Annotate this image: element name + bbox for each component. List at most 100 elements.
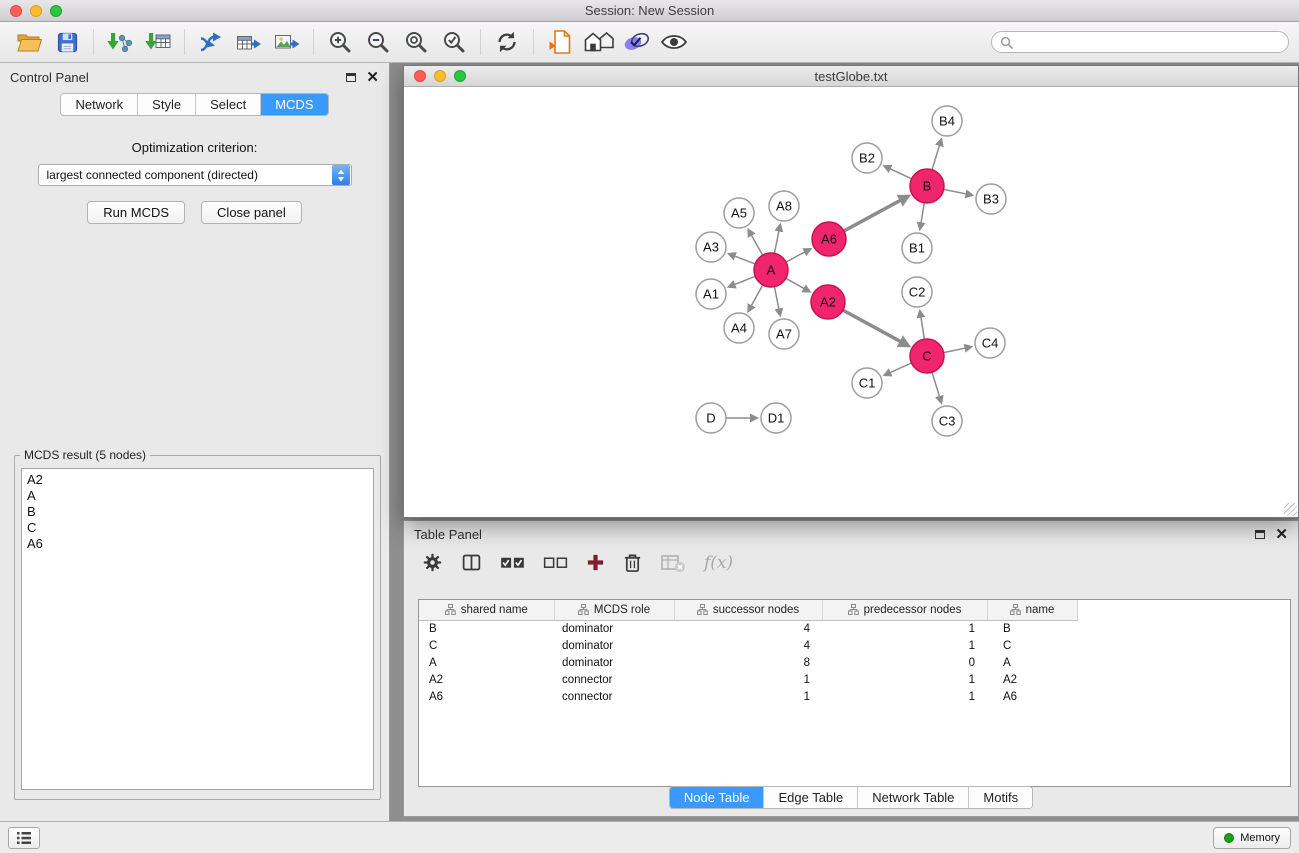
zoom-fit-button[interactable]	[397, 26, 435, 58]
network-minimize-button[interactable]	[434, 70, 446, 82]
table-row[interactable]: A6connector11A6	[419, 688, 1077, 705]
network-window-titlebar[interactable]: testGlobe.txt	[404, 66, 1298, 87]
deselect-all-button[interactable]	[543, 554, 568, 571]
tab-select[interactable]: Select	[195, 94, 260, 115]
tab-edge-table[interactable]: Edge Table	[763, 787, 857, 808]
show-hide-button[interactable]	[655, 26, 693, 58]
graph-node-B[interactable]: B	[910, 169, 944, 203]
import-network-button[interactable]	[101, 26, 139, 58]
function-builder-button[interactable]: f(x)	[704, 553, 733, 573]
memory-button[interactable]: Memory	[1213, 827, 1291, 849]
graph-node-C[interactable]: C	[910, 339, 944, 373]
mcds-result-item[interactable]: A	[27, 488, 368, 504]
refresh-button[interactable]	[488, 26, 526, 58]
open-file-button[interactable]	[10, 26, 48, 58]
graph-node-A[interactable]: A	[754, 253, 788, 287]
graph-edge-B-B2[interactable]	[884, 166, 911, 179]
column-header-mcds-role[interactable]: MCDS role	[554, 600, 674, 620]
graph-node-A7[interactable]: A7	[769, 319, 799, 349]
mcds-result-item[interactable]: B	[27, 504, 368, 520]
graph-node-C1[interactable]: C1	[852, 368, 882, 398]
table-row[interactable]: Cdominator41C	[419, 637, 1077, 654]
tab-network-table[interactable]: Network Table	[857, 787, 968, 808]
graph-node-A8[interactable]: A8	[769, 191, 799, 221]
graph-node-A3[interactable]: A3	[696, 232, 726, 262]
criterion-dropdown[interactable]: largest connected component (directed)	[38, 164, 352, 186]
graph-edge-A6-B[interactable]	[844, 196, 909, 231]
search-input[interactable]	[1018, 35, 1280, 49]
network-maximize-button[interactable]	[454, 70, 466, 82]
graph-node-C3[interactable]: C3	[932, 406, 962, 436]
network-close-button[interactable]	[414, 70, 426, 82]
node-table-container[interactable]: shared name MCDS role successor nodes pr…	[418, 599, 1291, 787]
close-window-button[interactable]	[10, 5, 22, 17]
graph-edge-C-C4[interactable]	[944, 347, 972, 353]
graph-edge-C-C1[interactable]	[884, 363, 911, 375]
delete-table-button[interactable]	[660, 553, 686, 573]
maximize-window-button[interactable]	[50, 5, 62, 17]
filter-venn-button[interactable]	[617, 26, 655, 58]
mcds-result-list[interactable]: A2ABCA6	[21, 468, 374, 790]
zoom-in-button[interactable]	[321, 26, 359, 58]
mcds-result-item[interactable]: C	[27, 520, 368, 536]
graph-node-C2[interactable]: C2	[902, 277, 932, 307]
close-table-panel-icon[interactable]: ✕	[1275, 530, 1288, 540]
graph-node-A6[interactable]: A6	[812, 222, 846, 256]
graph-node-A1[interactable]: A1	[696, 279, 726, 309]
column-header-predecessor-nodes[interactable]: predecessor nodes	[822, 600, 987, 620]
table-row[interactable]: A2connector11A2	[419, 671, 1077, 688]
close-panel-icon[interactable]: ✕	[366, 73, 379, 83]
graph-edge-A-A6[interactable]	[786, 249, 811, 262]
close-panel-button[interactable]: Close panel	[201, 201, 302, 224]
select-all-button[interactable]	[500, 554, 525, 571]
tab-node-table[interactable]: Node Table	[670, 787, 764, 808]
table-row[interactable]: Bdominator41B	[419, 620, 1077, 637]
graph-edge-A-A3[interactable]	[729, 254, 755, 264]
export-table-button[interactable]	[230, 26, 268, 58]
graph-edge-C-C3[interactable]	[932, 372, 941, 403]
graph-edge-C-C2[interactable]	[920, 311, 925, 339]
graph-node-B3[interactable]: B3	[976, 184, 1006, 214]
graph-node-C4[interactable]: C4	[975, 328, 1005, 358]
mcds-result-item[interactable]: A2	[27, 472, 368, 488]
graph-node-B4[interactable]: B4	[932, 106, 962, 136]
graph-edge-B-B4[interactable]	[932, 139, 941, 170]
run-mcds-button[interactable]: Run MCDS	[87, 201, 185, 224]
graph-edge-A-A1[interactable]	[729, 276, 756, 287]
graph-node-D1[interactable]: D1	[761, 403, 791, 433]
graph-edge-B-B1[interactable]	[920, 203, 924, 229]
column-header-shared-name[interactable]: shared name	[419, 600, 554, 620]
table-settings-button[interactable]	[422, 552, 443, 573]
save-session-button[interactable]	[48, 26, 86, 58]
graph-edge-B-B3[interactable]	[944, 189, 973, 195]
table-row[interactable]: Adominator80A	[419, 654, 1077, 671]
mcds-result-item[interactable]: A6	[27, 536, 368, 552]
float-panel-icon[interactable]	[346, 73, 356, 82]
add-column-button[interactable]	[586, 553, 605, 572]
graph-node-D[interactable]: D	[696, 403, 726, 433]
graph-node-A5[interactable]: A5	[724, 198, 754, 228]
graph-edge-A-A7[interactable]	[774, 287, 780, 316]
tab-style[interactable]: Style	[137, 94, 195, 115]
graph-edge-A2-C[interactable]	[843, 310, 909, 346]
window-resize-grip[interactable]	[1284, 503, 1297, 516]
import-table-button[interactable]	[139, 26, 177, 58]
graph-node-B1[interactable]: B1	[902, 233, 932, 263]
network-canvas[interactable]: B4B2BB3A5A8A6A3B1AC2A1A2A4A7C4CC1C3DD1	[404, 87, 1298, 517]
export-image-button[interactable]	[268, 26, 306, 58]
graph-edge-A-A4[interactable]	[748, 285, 763, 312]
minimize-window-button[interactable]	[30, 5, 42, 17]
graph-node-B2[interactable]: B2	[852, 143, 882, 173]
column-header-successor-nodes[interactable]: successor nodes	[674, 600, 822, 620]
zoom-selected-button[interactable]	[435, 26, 473, 58]
zoom-out-button[interactable]	[359, 26, 397, 58]
home-views-button[interactable]	[579, 26, 617, 58]
graph-node-A4[interactable]: A4	[724, 313, 754, 343]
open-recent-button[interactable]	[541, 26, 579, 58]
graph-edge-A-A8[interactable]	[774, 225, 780, 254]
search-box[interactable]	[991, 31, 1289, 53]
delete-column-button[interactable]	[623, 552, 642, 573]
float-table-panel-icon[interactable]	[1255, 530, 1265, 539]
show-column-button[interactable]	[461, 552, 482, 573]
graph-edge-A-A2[interactable]	[786, 278, 810, 291]
